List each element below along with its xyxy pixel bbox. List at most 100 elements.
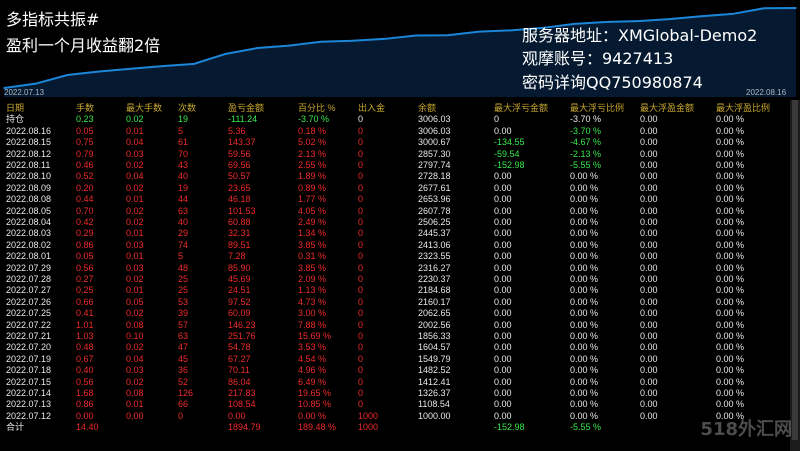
table-row: 2022.08.12 0.79 0.03 70 59.56 2.13 % 0 2857.30 -… <box>0 149 790 160</box>
cell-deposit: 0 <box>358 262 364 273</box>
cell-max-float-loss: 0.00 <box>494 376 512 387</box>
cell-max-float-loss-pct: 0.00 % <box>570 262 599 273</box>
cell-max-float-profit-pct: 0.00 % <box>716 353 745 364</box>
cell-date: 2022.07.25 <box>6 308 52 319</box>
table-row: 2022.08.01 0.05 0.01 5 7.28 0.31 % 0 2323.55 0.0… <box>0 251 790 262</box>
cell-deposit: 0 <box>358 353 364 364</box>
cell-lots: 0.29 <box>76 228 94 239</box>
cell-max-float-loss: 0.00 <box>494 319 512 330</box>
cell-count: 44 <box>178 194 189 205</box>
cell-max-float-profit: 0.00 <box>640 296 658 307</box>
cell-pnl: 5.36 <box>228 125 246 136</box>
cell-deposit: 0 <box>358 296 364 307</box>
cell-pnl: 67.27 <box>228 353 251 364</box>
cell-max-float-profit-pct: 0.00 % <box>716 205 745 216</box>
cell-pnl: 1894.79 <box>228 422 261 433</box>
cell-max-float-profit: 0.00 <box>640 274 658 284</box>
x-start-label: 2022.07.13 <box>4 88 45 97</box>
equity-point <box>98 70 100 73</box>
cell-max-float-profit-pct: 0.00 % <box>716 388 745 398</box>
cell-max-float-profit: 0.00 <box>640 262 658 273</box>
equity-point <box>763 7 766 10</box>
cell-max-float-loss-pct: 0.00 % <box>570 410 599 421</box>
cell-max-float-loss: 0 <box>494 114 500 125</box>
cell-lots: 0.05 <box>76 125 94 136</box>
cell-max-float-loss-pct: 0.00 % <box>570 353 599 364</box>
table-row: 2022.08.08 0.44 0.01 44 46.18 1.77 % 0 2653.96 0… <box>0 194 790 205</box>
cell-max-float-loss-pct: 0.00 % <box>570 319 599 330</box>
cell-date: 2022.08.09 <box>6 182 52 193</box>
cell-max-float-profit-pct: 0.00 % <box>716 194 745 205</box>
cell-deposit: 1000 <box>358 422 379 433</box>
cell-percent: 0.00 % <box>298 410 327 421</box>
cell-pnl: 101.53 <box>228 205 256 216</box>
cell-balance: 3000.67 <box>418 137 451 148</box>
cell-max-float-profit-pct: 0.00 % <box>716 262 745 273</box>
cell-date: 2022.07.18 <box>6 365 52 376</box>
cell-percent: 5.02 % <box>298 137 327 148</box>
cell-pnl: 85.90 <box>228 262 251 273</box>
cell-max-float-loss-pct: 0.00 % <box>570 171 599 182</box>
cell-lots: 1.68 <box>76 388 94 398</box>
cell-deposit: 0 <box>358 285 364 296</box>
cell-max-float-profit-pct: 0.00 % <box>716 137 745 148</box>
cell-percent: 0.31 % <box>298 251 327 262</box>
scrollbar-thumb[interactable] <box>792 100 798 440</box>
cell-lots: 0.70 <box>76 205 94 216</box>
cell-balance: 1856.33 <box>418 331 451 341</box>
cell-percent: 7.88 % <box>298 319 327 330</box>
table-row: 2022.07.25 0.41 0.02 39 60.09 3.00 % 0 2062.65 0… <box>0 308 790 319</box>
cell-percent: 2.49 % <box>298 217 327 227</box>
cell-max-float-loss: 0.00 <box>494 365 512 376</box>
cell-percent: 百分比 % <box>298 103 336 113</box>
table-row: 2022.08.15 0.75 0.04 61 143.37 5.02 % 0 3000.67… <box>0 137 790 148</box>
cell-max-float-loss-pct: 0.00 % <box>570 194 599 205</box>
cell-balance: 1412.41 <box>418 376 451 387</box>
equity-point <box>478 30 481 33</box>
cell-max-float-loss: 0.00 <box>494 205 512 216</box>
table-scrollbar[interactable] <box>790 100 800 451</box>
cell-max-float-loss: 0.00 <box>494 353 512 364</box>
cell-max-float-loss-pct: 最大浮亏比例 <box>570 103 625 113</box>
cell-max-lots: 0.02 <box>126 182 144 193</box>
cell-max-float-profit-pct: 0.00 % <box>716 376 745 387</box>
cell-max-float-profit-pct: 0.00 % <box>716 228 745 239</box>
cell-max-lots: 0.03 <box>126 262 144 273</box>
cell-max-float-profit: 0.00 <box>640 410 658 421</box>
cell-max-float-loss: 0.00 <box>494 331 512 341</box>
cell-date: 2022.07.21 <box>6 331 52 341</box>
equity-point <box>795 7 797 9</box>
cell-percent: 4.96 % <box>298 365 327 376</box>
cell-max-float-profit-pct: 0.00 % <box>716 125 745 136</box>
cell-percent: 0.18 % <box>298 125 327 136</box>
table-row: 2022.07.12 0.00 0.00 0 0.00 0.00 % 1000 1000.00… <box>0 411 790 422</box>
cell-count: 25 <box>178 285 189 296</box>
equity-point <box>66 74 69 76</box>
cell-percent: 0.89 % <box>298 182 327 193</box>
cell-lots: 0.67 <box>76 353 94 364</box>
cell-max-float-loss-pct: 0.00 % <box>570 342 599 353</box>
cell-pnl: 146.23 <box>228 319 256 330</box>
cell-max-float-profit-pct: 0.00 % <box>716 308 745 319</box>
cell-deposit: 0 <box>358 148 364 159</box>
cell-date: 2022.07.29 <box>6 262 52 273</box>
cell-pnl: 54.78 <box>228 342 251 353</box>
cell-date: 2022.08.04 <box>6 217 52 227</box>
cell-max-float-loss: 0.00 <box>494 274 512 284</box>
cell-max-float-loss: 0.00 <box>494 308 512 319</box>
equity-point <box>415 34 417 37</box>
cell-count: 5 <box>178 125 184 136</box>
cell-max-lots: 0.03 <box>126 239 144 250</box>
table-row: 2022.08.09 0.20 0.02 19 23.65 0.89 % 0 2677.61 0… <box>0 183 790 194</box>
cell-date: 合计 <box>6 422 25 433</box>
cell-max-lots: 0.01 <box>126 251 144 262</box>
cell-pnl: 143.37 <box>228 137 256 148</box>
cell-max-lots: 0.08 <box>126 319 144 330</box>
cell-max-float-loss-pct: -2.13 % <box>570 148 602 159</box>
cell-max-float-profit-pct: 0.00 % <box>716 251 745 262</box>
cell-max-float-profit: 0.00 <box>640 376 658 387</box>
cell-max-float-profit: 0.00 <box>640 228 658 239</box>
cell-percent: 1.34 % <box>298 228 327 239</box>
cell-balance: 2506.25 <box>418 217 451 227</box>
cell-lots: 0.75 <box>76 137 94 148</box>
